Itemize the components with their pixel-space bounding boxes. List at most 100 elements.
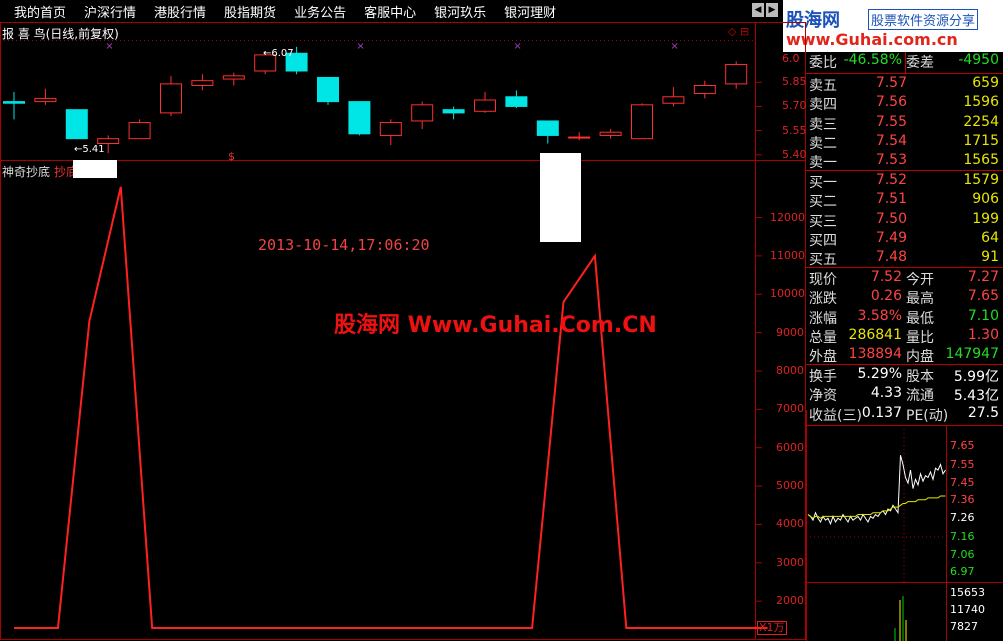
candle-body bbox=[411, 104, 434, 122]
webi-label: 委比 bbox=[809, 55, 837, 71]
stat-value: 138894 bbox=[848, 346, 902, 363]
stat-label: 最高 bbox=[906, 291, 934, 308]
marker-x: × bbox=[670, 41, 678, 52]
stat-label: 现价 bbox=[809, 272, 837, 288]
stat-value: 7.10 bbox=[967, 307, 999, 324]
fund-row: 收益(三) 0.137 PE(动) 27.5 bbox=[806, 405, 1003, 424]
mini-price-tick: 7.16 bbox=[950, 529, 975, 543]
candle-body bbox=[474, 99, 496, 112]
mini-price-tick: 7.55 bbox=[950, 457, 975, 471]
date-stamp: 2013-10-14,17:06:20 bbox=[258, 236, 430, 254]
price-tick: 5.70 bbox=[782, 99, 807, 113]
candle-body bbox=[65, 109, 88, 140]
indicator-tick: 6000 bbox=[776, 440, 804, 454]
price-tick: 6.0 bbox=[782, 52, 800, 65]
indicator-tick: 5000 bbox=[776, 479, 804, 493]
stat-value: 147947 bbox=[945, 346, 999, 363]
buy-price: 7.49 bbox=[875, 229, 907, 246]
fund-value: 5.29% bbox=[857, 366, 902, 382]
fund-row: 换手 5.29% 股本 5.99亿 bbox=[806, 366, 1003, 385]
sell-row: 卖四 7.56 1596 bbox=[806, 94, 1003, 113]
mini-price-tick: 7.26 bbox=[950, 511, 975, 525]
buy-volume: 1579 bbox=[963, 172, 999, 188]
stat-value: 7.27 bbox=[967, 269, 999, 285]
fund-row: 净资 4.33 流通 5.43亿 bbox=[806, 385, 1003, 404]
candle-body bbox=[725, 64, 748, 85]
candle-body bbox=[222, 75, 245, 80]
fund-label: 股本 bbox=[906, 369, 934, 385]
sell-price: 7.57 bbox=[875, 75, 907, 91]
indicator-tick: 9000 bbox=[776, 325, 804, 339]
fund-value: 5.43亿 bbox=[953, 388, 999, 405]
sell-label: 卖二 bbox=[809, 135, 837, 152]
buy-row: 买五 7.48 91 bbox=[806, 249, 1003, 268]
candle-body bbox=[348, 101, 371, 135]
candle-body bbox=[3, 101, 25, 104]
stat-label: 涨跌 bbox=[809, 291, 837, 308]
candle-body bbox=[505, 96, 528, 107]
sell-volume: 659 bbox=[972, 75, 999, 91]
marker-x: × bbox=[513, 41, 521, 52]
watermark: 股海网 Www.Guhai.Com.CN bbox=[334, 313, 657, 338]
buy-label: 买一 bbox=[809, 175, 837, 191]
candle-body bbox=[97, 138, 120, 145]
mini-price-line bbox=[807, 455, 946, 526]
indicator-tick: 12000 bbox=[770, 210, 805, 224]
stat-row: 总量 286841 量比 1.30 bbox=[806, 327, 1003, 346]
buy-price: 7.50 bbox=[875, 210, 907, 227]
candle-body bbox=[631, 104, 653, 140]
sell-volume: 1596 bbox=[963, 94, 999, 111]
stat-value: 3.58% bbox=[857, 307, 902, 324]
sell-volume: 1715 bbox=[963, 132, 999, 149]
mini-price-tick: 7.65 bbox=[950, 439, 975, 452]
buy-row: 买三 7.50 199 bbox=[806, 211, 1003, 230]
candle-body bbox=[599, 131, 622, 136]
stat-label: 量比 bbox=[906, 329, 934, 346]
buy-volume: 64 bbox=[981, 229, 999, 246]
sell-label: 卖三 bbox=[809, 116, 837, 133]
candle-body bbox=[34, 97, 57, 103]
fund-value: 4.33 bbox=[870, 385, 902, 402]
fund-label: PE(动) bbox=[906, 407, 949, 424]
webi-row: 委比 -46.58% 委差 -4950 bbox=[806, 52, 1003, 71]
weicha-label: 委差 bbox=[906, 55, 934, 71]
indicator-tick: 7000 bbox=[776, 402, 804, 416]
stat-value: 1.30 bbox=[967, 326, 999, 343]
price-tick: 5.55 bbox=[782, 123, 807, 137]
sell-volume: 1565 bbox=[963, 152, 999, 169]
candle-body bbox=[662, 96, 685, 104]
stat-value: 286841 bbox=[848, 326, 902, 343]
price-tick: 5.40 bbox=[782, 147, 807, 161]
buy-label: 买四 bbox=[809, 232, 837, 249]
indicator-tick: 10000 bbox=[770, 287, 805, 301]
indicator-tick: 3000 bbox=[776, 555, 804, 569]
unit-label: X1万 bbox=[757, 621, 787, 635]
candle-body bbox=[568, 136, 591, 139]
fund-label: 流通 bbox=[906, 388, 934, 405]
fund-value: 5.99亿 bbox=[953, 369, 999, 385]
fund-value: 0.137 bbox=[861, 404, 902, 421]
dollar-marker: $ bbox=[228, 150, 235, 163]
buy-volume: 906 bbox=[972, 191, 999, 208]
sell-price: 7.56 bbox=[875, 94, 907, 111]
signal-box-2 bbox=[540, 153, 581, 242]
mini-volume-tick: 15653 bbox=[950, 586, 985, 599]
stat-label: 内盘 bbox=[906, 349, 934, 366]
sell-row: 卖一 7.53 1565 bbox=[806, 152, 1003, 171]
price-tick: 5.85 bbox=[782, 75, 807, 89]
indicator-tick: 2000 bbox=[776, 594, 804, 608]
fund-label: 换手 bbox=[809, 369, 837, 385]
mini-price-tick: 6.97 bbox=[950, 565, 975, 578]
buy-label: 买二 bbox=[809, 194, 837, 211]
stat-row: 涨幅 3.58% 最低 7.10 bbox=[806, 308, 1003, 327]
weicha-value: -4950 bbox=[958, 52, 999, 68]
stat-label: 外盘 bbox=[809, 349, 837, 366]
candle-body bbox=[128, 122, 151, 140]
buy-price: 7.52 bbox=[875, 172, 907, 188]
webi-value: -46.58% bbox=[843, 52, 902, 68]
mini-price-tick: 7.36 bbox=[950, 492, 975, 506]
stat-value: 7.65 bbox=[967, 288, 999, 305]
buy-volume: 199 bbox=[972, 210, 999, 227]
stat-label: 涨幅 bbox=[809, 310, 837, 327]
buy-price: 7.51 bbox=[875, 191, 907, 208]
